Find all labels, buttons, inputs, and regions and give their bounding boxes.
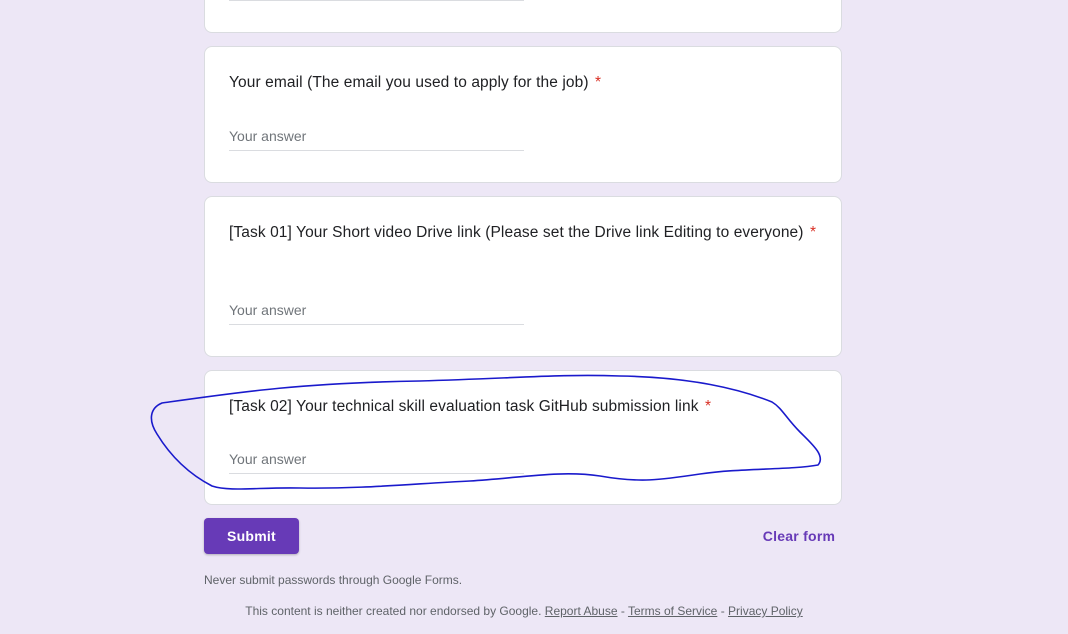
footer-separator: - xyxy=(720,604,725,618)
footer-separator: - xyxy=(620,604,625,618)
submit-button[interactable]: Submit xyxy=(204,518,299,554)
footer-disclaimer: This content is neither created nor endo… xyxy=(245,604,542,618)
previous-answer-input[interactable] xyxy=(229,0,524,1)
required-asterisk: * xyxy=(809,224,817,241)
report-abuse-link[interactable]: Report Abuse xyxy=(545,604,618,618)
footer: This content is neither created nor endo… xyxy=(0,604,1048,618)
question-text: [Task 02] Your technical skill evaluatio… xyxy=(229,398,699,415)
clear-form-button[interactable]: Clear form xyxy=(752,518,846,554)
question-card-task01: [Task 01] Your Short video Drive link (P… xyxy=(204,196,842,357)
password-notice: Never submit passwords through Google Fo… xyxy=(204,573,463,587)
terms-of-service-link[interactable]: Terms of Service xyxy=(628,604,717,618)
email-answer-input[interactable]: Your answer xyxy=(229,121,524,151)
question-title-task01: [Task 01] Your Short video Drive link (P… xyxy=(229,221,821,244)
question-card-previous xyxy=(204,0,842,33)
privacy-policy-link[interactable]: Privacy Policy xyxy=(728,604,803,618)
task01-answer-input[interactable]: Your answer xyxy=(229,295,524,325)
question-card-email: Your email (The email you used to apply … xyxy=(204,46,842,183)
question-text: Your email (The email you used to apply … xyxy=(229,74,589,91)
task02-answer-input[interactable]: Your answer xyxy=(229,444,524,474)
form-page: Your email (The email you used to apply … xyxy=(0,0,1068,634)
question-text: [Task 01] Your Short video Drive link (P… xyxy=(229,224,804,241)
answer-placeholder: Your answer xyxy=(229,451,307,467)
answer-placeholder: Your answer xyxy=(229,302,307,318)
required-asterisk: * xyxy=(595,74,602,91)
answer-placeholder: Your answer xyxy=(229,128,307,144)
required-asterisk: * xyxy=(704,398,712,415)
question-card-task02: [Task 02] Your technical skill evaluatio… xyxy=(204,370,842,505)
question-title-task02: [Task 02] Your technical skill evaluatio… xyxy=(229,395,817,418)
question-title-email: Your email (The email you used to apply … xyxy=(229,71,817,94)
